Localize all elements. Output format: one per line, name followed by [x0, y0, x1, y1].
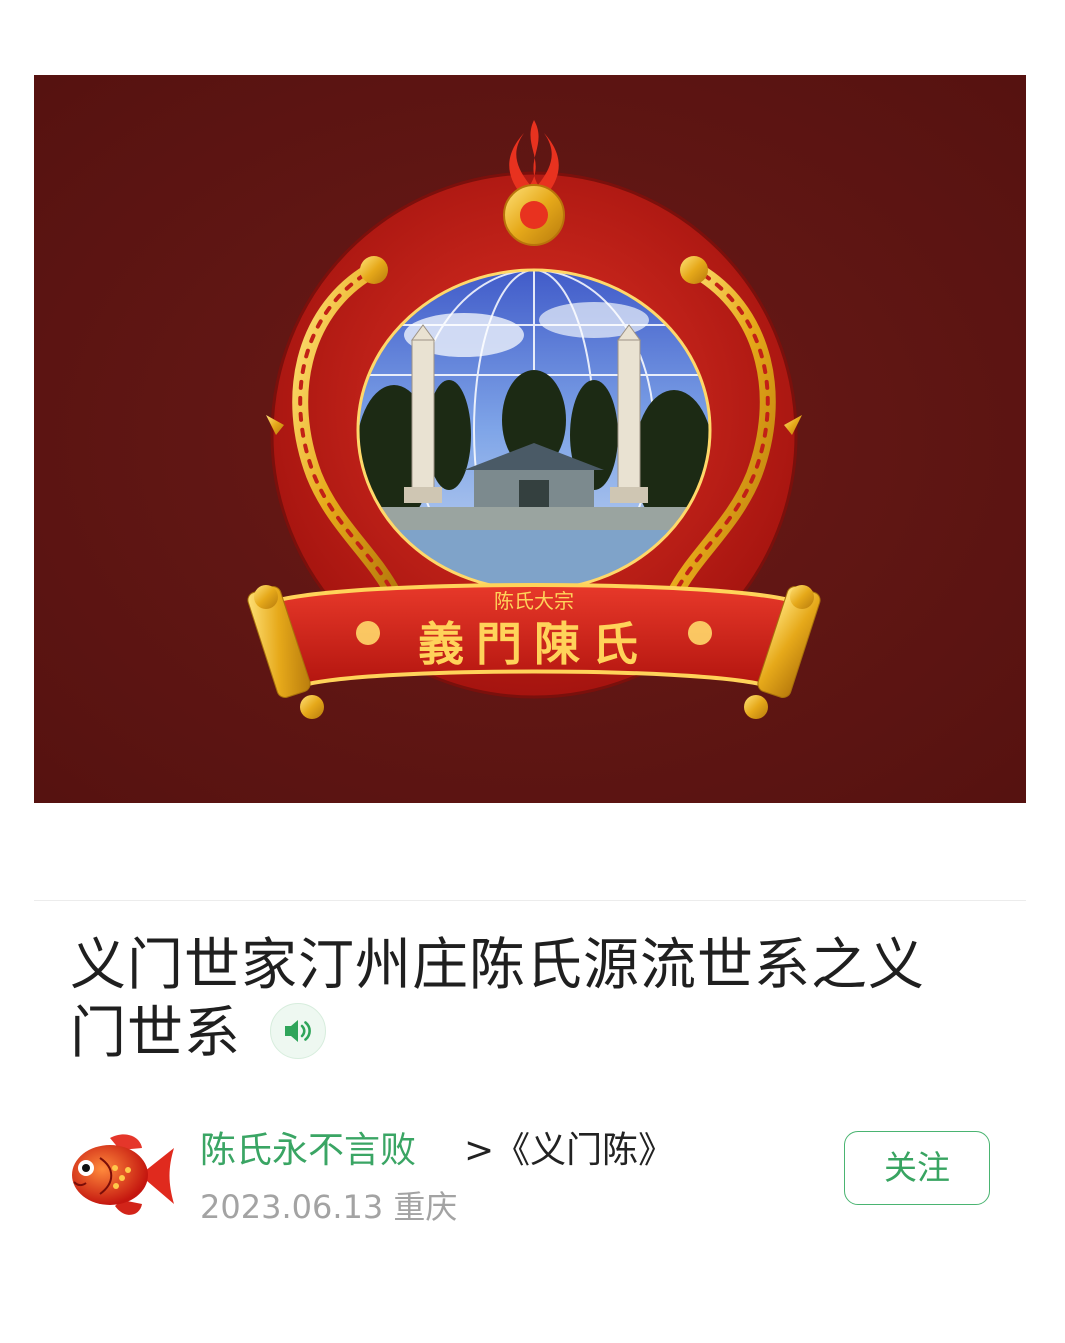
follow-button[interactable]: 关注	[844, 1131, 990, 1205]
author-avatar[interactable]	[70, 1128, 176, 1222]
article-title: 义门世家汀州庄陈氏源流世系之义门世系	[70, 933, 925, 1066]
publish-location: 重庆	[393, 1188, 458, 1226]
section-divider	[34, 900, 1026, 901]
article-title-block: 义门世家汀州庄陈氏源流世系之义门世系	[70, 932, 970, 1068]
emblem-illustration: 陈氏大宗 義門陳氏	[34, 75, 1026, 803]
goldfish-icon	[72, 1134, 174, 1215]
speaker-icon	[284, 1019, 311, 1042]
publish-date: 2023.06.13	[200, 1188, 384, 1226]
banner-main-text: 義門陳氏	[418, 617, 650, 671]
cover-image[interactable]: 陈氏大宗 義門陳氏	[34, 75, 1026, 803]
collection-link[interactable]: >《义门陈》	[464, 1127, 674, 1175]
author-name[interactable]: 陈氏永不言败	[200, 1127, 416, 1175]
banner-small-text: 陈氏大宗	[494, 589, 574, 613]
audio-play-button[interactable]	[269, 1002, 326, 1059]
publish-meta: 2023.06.13 重庆	[200, 1185, 457, 1229]
